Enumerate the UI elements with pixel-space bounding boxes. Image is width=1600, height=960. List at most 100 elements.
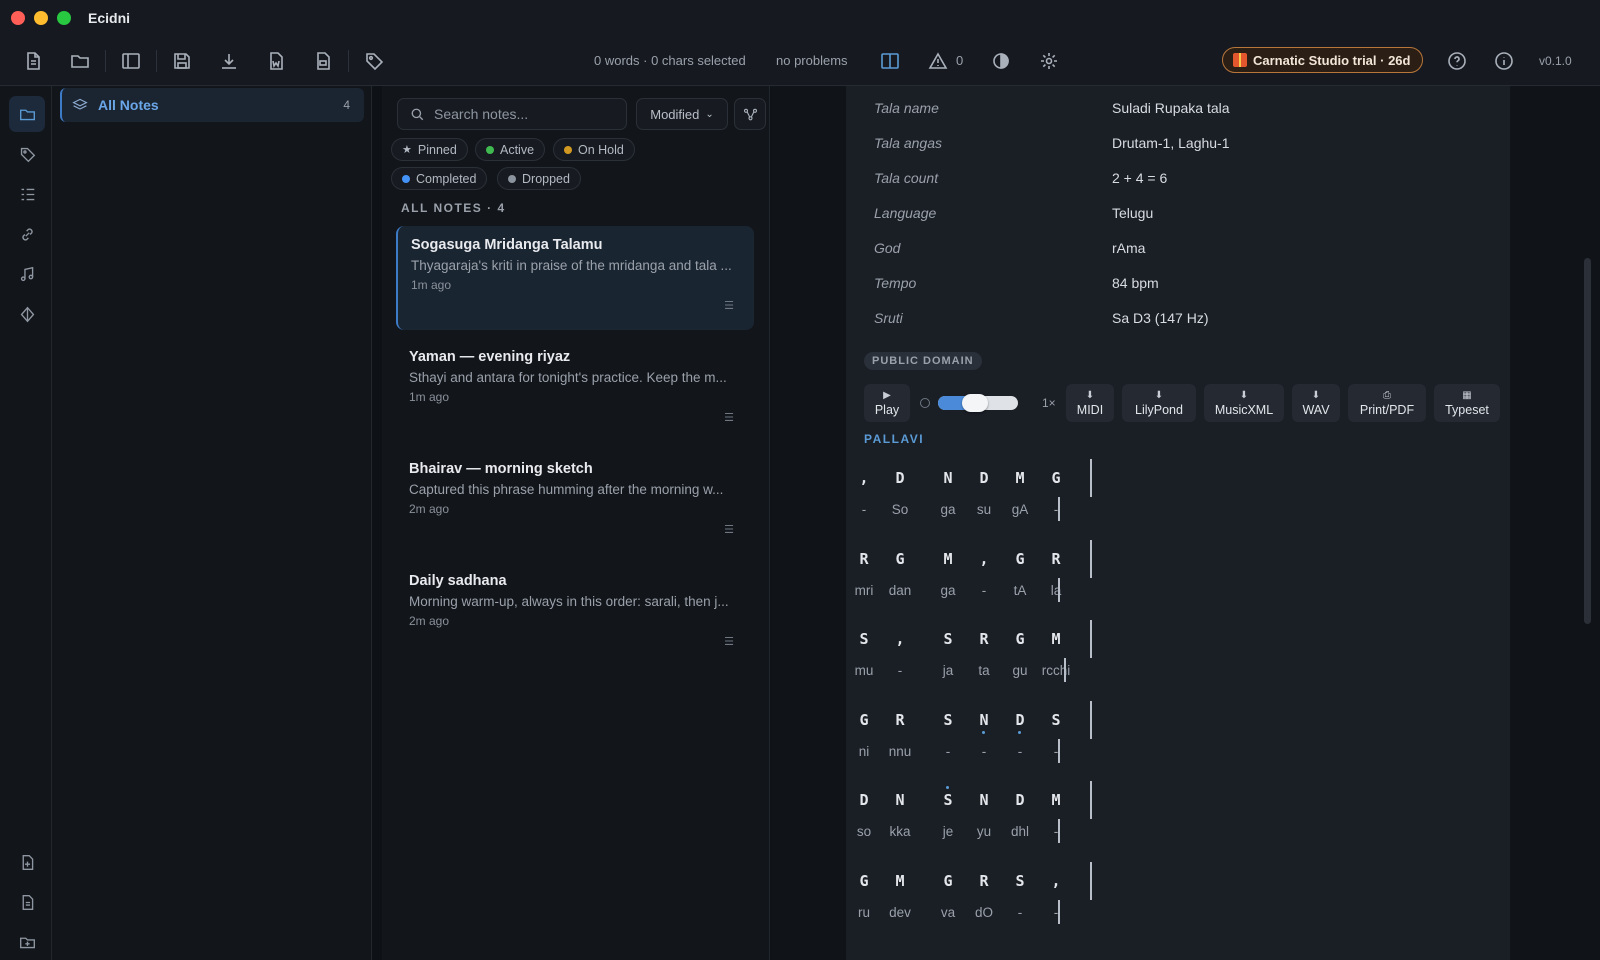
swara-note[interactable]: M	[1038, 630, 1074, 648]
info-icon[interactable]	[1489, 46, 1519, 76]
swara-note[interactable]: S	[1038, 711, 1074, 729]
rail-import-button[interactable]	[9, 844, 45, 880]
swara-note[interactable]: R	[966, 872, 1002, 890]
lyric-syllable[interactable]: je	[930, 824, 966, 839]
swara-note[interactable]: ,	[1038, 872, 1074, 890]
swara-note[interactable]: ,	[846, 469, 882, 487]
note-card[interactable]: Daily sadhana Morning warm-up, always in…	[396, 562, 754, 666]
note-card[interactable]: Bhairav — morning sketch Captured this p…	[396, 450, 754, 554]
swara-note[interactable]: R	[846, 550, 882, 568]
lyric-syllable[interactable]: ru	[846, 905, 882, 920]
swara-note[interactable]: N	[966, 791, 1002, 809]
rail-tags-button[interactable]	[9, 136, 45, 172]
tempo-slider[interactable]	[938, 394, 1018, 412]
typeset-button[interactable]: ▦ Typeset	[1434, 384, 1500, 422]
lyric-syllable[interactable]: ta	[966, 663, 1002, 678]
lyric-syllable[interactable]: dO	[966, 905, 1002, 920]
filter-chip-on-hold[interactable]: On Hold	[553, 138, 635, 161]
sort-select[interactable]: Modified ⌄	[636, 98, 728, 130]
export-lilypond-button[interactable]: ⬇ LilyPond	[1122, 384, 1196, 422]
export-wav-button[interactable]: ⬇ WAV	[1292, 384, 1340, 422]
swara-note[interactable]: G	[930, 872, 966, 890]
graph-view-button[interactable]	[734, 98, 766, 130]
lyric-syllable[interactable]: -	[1002, 905, 1038, 920]
export-musicxml-button[interactable]: ⬇ MusicXML	[1204, 384, 1284, 422]
swara-note[interactable]: G	[1002, 630, 1038, 648]
filter-chip-dropped[interactable]: Dropped	[497, 167, 581, 190]
swara-note[interactable]: R	[882, 711, 918, 729]
lyric-syllable[interactable]: -	[1038, 744, 1074, 759]
swara-note[interactable]: ,	[882, 630, 918, 648]
lyric-syllable[interactable]: rcchi	[1038, 663, 1074, 678]
swara-note[interactable]: N	[930, 469, 966, 487]
lyric-syllable[interactable]: mu	[846, 663, 882, 678]
swara-note[interactable]: S	[1002, 872, 1038, 890]
lyric-syllable[interactable]: -	[1002, 744, 1038, 759]
trial-badge[interactable]: Carnatic Studio trial · 26d	[1222, 47, 1424, 73]
split-view-icon[interactable]	[875, 46, 905, 76]
swara-note[interactable]: G	[882, 550, 918, 568]
print-pdf-button[interactable]: ⎙ Print/PDF	[1348, 384, 1426, 422]
lyric-syllable[interactable]: -	[1038, 824, 1074, 839]
rail-document-button[interactable]	[9, 884, 45, 920]
swara-note[interactable]: M	[1002, 469, 1038, 487]
close-window-button[interactable]	[11, 11, 25, 25]
lyric-syllable[interactable]: -	[1038, 502, 1074, 517]
maximize-window-button[interactable]	[57, 11, 71, 25]
lyric-syllable[interactable]: -	[1038, 905, 1074, 920]
lyric-syllable[interactable]: ga	[930, 583, 966, 598]
lyric-syllable[interactable]: tA	[1002, 583, 1038, 598]
lyric-syllable[interactable]: kka	[882, 824, 918, 839]
note-lines-icon[interactable]: ☰	[724, 411, 734, 424]
swara-note[interactable]: R	[1038, 550, 1074, 568]
rail-checklist-button[interactable]	[9, 176, 45, 212]
lyric-syllable[interactable]: -	[966, 744, 1002, 759]
rail-folders-button[interactable]	[9, 96, 45, 132]
lyric-syllable[interactable]: -	[846, 502, 882, 517]
save-icon[interactable]	[167, 46, 197, 76]
minimize-window-button[interactable]	[34, 11, 48, 25]
rail-graph-button[interactable]	[9, 296, 45, 332]
swara-note[interactable]: D	[966, 469, 1002, 487]
swara-note[interactable]: D	[1002, 791, 1038, 809]
editor-scrollbar[interactable]	[1584, 258, 1591, 624]
lyric-syllable[interactable]: gA	[1002, 502, 1038, 517]
lyric-syllable[interactable]: ja	[930, 663, 966, 678]
note-lines-icon[interactable]: ☰	[724, 523, 734, 536]
export-pdf-icon[interactable]	[308, 46, 338, 76]
swara-note[interactable]: S	[930, 791, 966, 809]
swara-note[interactable]: M	[882, 872, 918, 890]
toggle-sidebar-icon[interactable]	[116, 46, 146, 76]
new-note-icon[interactable]	[18, 46, 48, 76]
swara-note[interactable]: M	[1038, 791, 1074, 809]
filter-chip-active[interactable]: Active	[475, 138, 546, 161]
note-card[interactable]: Yaman — evening riyaz Sthayi and antara …	[396, 338, 754, 442]
lyric-syllable[interactable]: ga	[930, 502, 966, 517]
swara-note[interactable]: N	[966, 711, 1002, 729]
note-lines-icon[interactable]: ☰	[724, 299, 734, 312]
swara-note[interactable]: S	[846, 630, 882, 648]
search-box[interactable]	[397, 98, 627, 130]
swara-note[interactable]: D	[882, 469, 918, 487]
export-midi-button[interactable]: ⬇ MIDI	[1066, 384, 1114, 422]
lyric-syllable[interactable]: dev	[882, 905, 918, 920]
swara-note[interactable]: G	[846, 711, 882, 729]
rail-links-button[interactable]	[9, 216, 45, 252]
lyric-syllable[interactable]: -	[930, 744, 966, 759]
filter-chip-completed[interactable]: Completed	[391, 167, 488, 190]
tag-icon[interactable]	[359, 46, 389, 76]
lyric-syllable[interactable]: mri	[846, 583, 882, 598]
note-lines-icon[interactable]: ☰	[724, 635, 734, 648]
open-folder-icon[interactable]	[65, 46, 95, 76]
lyric-syllable[interactable]: ni	[846, 744, 882, 759]
lyric-syllable[interactable]: dan	[882, 583, 918, 598]
swara-note[interactable]: D	[1002, 711, 1038, 729]
export-word-icon[interactable]	[261, 46, 291, 76]
note-card[interactable]: Sogasuga Mridanga Talamu Thyagaraja's kr…	[396, 226, 754, 330]
lyric-syllable[interactable]: dhl	[1002, 824, 1038, 839]
swara-note[interactable]: S	[930, 630, 966, 648]
lyric-syllable[interactable]: -	[966, 583, 1002, 598]
swara-note[interactable]: R	[966, 630, 1002, 648]
rail-new-folder-button[interactable]	[9, 924, 45, 960]
warning-icon[interactable]	[923, 46, 953, 76]
